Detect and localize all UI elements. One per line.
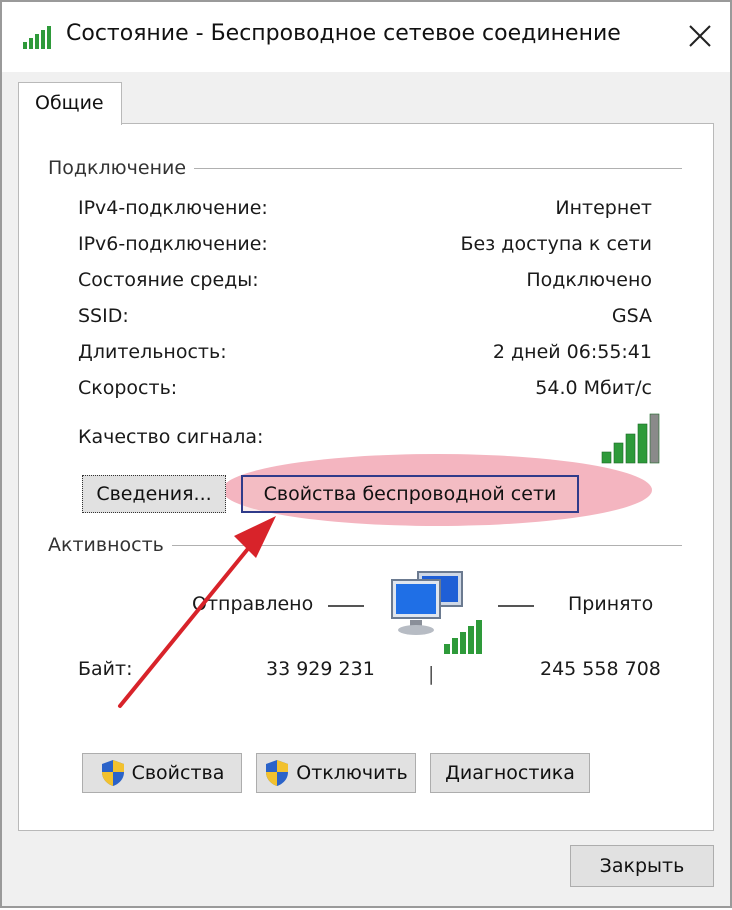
- ssid-label: SSID:: [78, 305, 129, 327]
- details-button-label: Сведения...: [96, 483, 212, 505]
- speed-value: 54.0 Мбит/с: [535, 377, 652, 399]
- signal-quality-label: Качество сигнала:: [78, 426, 264, 448]
- disconnect-button-label: Отключить: [296, 762, 408, 784]
- diagnostics-button[interactable]: Диагностика: [430, 753, 590, 793]
- bytes-separator: |: [428, 663, 435, 685]
- media-state-label: Состояние среды:: [78, 269, 259, 291]
- speed-label: Скорость:: [78, 377, 178, 399]
- properties-button[interactable]: Свойства: [82, 753, 242, 793]
- network-computers-icon: [391, 571, 482, 654]
- signal-strength-icon: [601, 413, 660, 464]
- shield-icon: [266, 760, 289, 786]
- activity-group-label: Активность: [48, 534, 172, 556]
- properties-button-label: Свойства: [131, 762, 225, 784]
- ipv6-label: IPv6-подключение:: [78, 233, 268, 255]
- sent-dash: [328, 605, 364, 607]
- diagnostics-button-label: Диагностика: [445, 762, 575, 784]
- ipv4-label: IPv4-подключение:: [78, 197, 268, 219]
- disconnect-button[interactable]: Отключить: [256, 753, 416, 793]
- ipv4-value: Интернет: [555, 197, 652, 219]
- details-button[interactable]: Сведения...: [82, 475, 226, 513]
- ssid-value: GSA: [611, 305, 652, 327]
- bytes-received-value: 245 558 708: [540, 658, 661, 680]
- received-label: Принято: [568, 593, 654, 615]
- received-dash: [498, 605, 534, 607]
- bytes-sent-value: 33 929 231: [266, 658, 375, 680]
- wireless-signal-icon: [23, 26, 51, 49]
- tab-general[interactable]: Общие: [18, 82, 122, 125]
- duration-label: Длительность:: [78, 341, 227, 363]
- close-button-label: Закрыть: [599, 855, 685, 877]
- duration-value: 2 дней 06:55:41: [492, 341, 652, 363]
- media-state-value: Подключено: [526, 269, 652, 291]
- close-button[interactable]: Закрыть: [570, 845, 714, 887]
- wireless-properties-label: Свойства беспроводной сети: [263, 483, 557, 505]
- connection-group-label: Подключение: [48, 157, 195, 179]
- wireless-properties-button[interactable]: Свойства беспроводной сети: [241, 475, 579, 513]
- sent-label: Отправлено: [192, 593, 314, 615]
- ipv6-value: Без доступа к сети: [460, 233, 652, 255]
- dialog-window: Состояние - Беспроводное сетевое соедине…: [0, 0, 732, 908]
- shield-icon: [101, 760, 124, 786]
- title-bar: Состояние - Беспроводное сетевое соедине…: [2, 2, 730, 72]
- close-icon[interactable]: [670, 12, 728, 60]
- bytes-label: Байт:: [78, 658, 133, 680]
- window-title: Состояние - Беспроводное сетевое соедине…: [66, 21, 621, 46]
- tab-general-label: Общие: [35, 92, 104, 114]
